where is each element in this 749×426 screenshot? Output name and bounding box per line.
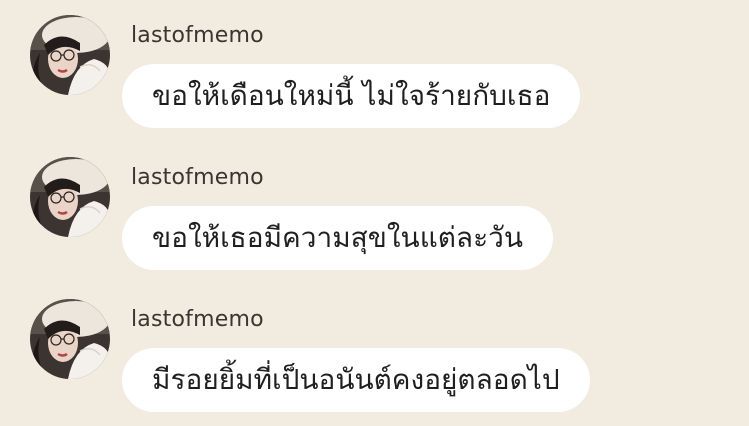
message-bubble[interactable]: มีรอยยิ้มที่เป็นอนันต์คงอยู่ตลอดไป	[122, 348, 590, 412]
avatar-image	[30, 15, 110, 95]
avatar[interactable]	[30, 15, 110, 95]
message-bubble[interactable]: ขอให้เธอมีความสุขในแต่ละวัน	[122, 206, 553, 270]
chat-message: lastofmemo ขอให้เธอมีความสุขในแต่ละวัน	[0, 142, 749, 284]
avatar[interactable]	[30, 299, 110, 379]
avatar-image	[30, 157, 110, 237]
username[interactable]: lastofmemo	[131, 22, 264, 50]
username[interactable]: lastofmemo	[131, 306, 264, 334]
avatar[interactable]	[30, 157, 110, 237]
chat-message: lastofmemo ขอให้เดือนใหม่นี้ ไม่ใจร้ายกั…	[0, 0, 749, 142]
avatar-image	[30, 299, 110, 379]
chat-message: lastofmemo มีรอยยิ้มที่เป็นอนันต์คงอยู่ต…	[0, 284, 749, 426]
message-bubble[interactable]: ขอให้เดือนใหม่นี้ ไม่ใจร้ายกับเธอ	[122, 64, 581, 128]
chat-thread: lastofmemo ขอให้เดือนใหม่นี้ ไม่ใจร้ายกั…	[0, 0, 749, 426]
username[interactable]: lastofmemo	[131, 164, 264, 192]
